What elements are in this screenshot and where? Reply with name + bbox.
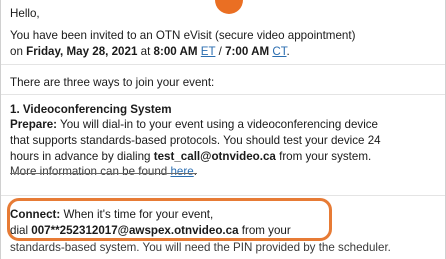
prepare-line-2: that supports standards-based protocols.… (10, 134, 381, 147)
invite-at-text: at (137, 45, 154, 58)
prepare-line-1: Prepare: You will dial-in to your event … (10, 118, 378, 132)
invite-line-2: on Friday, May 28, 2021 at 8:00 AM ET / … (10, 45, 290, 59)
more-info-link[interactable]: here (170, 165, 193, 178)
ways-to-join-text: There are three ways to join your event: (10, 76, 215, 89)
more-info-line: More information can be found here. (10, 165, 197, 179)
prepare-label: Prepare: (10, 118, 58, 131)
invite-time-ct: 7:00 AM (225, 45, 270, 58)
test-call-address: test_call@otnvideo.ca (153, 150, 276, 163)
period: . (286, 45, 290, 58)
invite-date: Friday, May 28, 2021 (26, 45, 138, 58)
overlay-strike (10, 173, 197, 174)
invite-on-text: on (10, 45, 27, 58)
invite-line-1: You have been invited to an OTN eVisit (… (10, 29, 356, 42)
standards-line: standards-based system. You will need th… (10, 241, 391, 254)
slash-separator: / (215, 45, 226, 58)
more-info-period: . (193, 165, 197, 178)
prepare-text-3b: from your system. (275, 150, 372, 163)
prepare-text-3a: hours in advance by dialing (10, 150, 154, 163)
et-timezone-link[interactable]: ET (201, 45, 216, 58)
greeting: Hello, (10, 7, 40, 20)
divider (1, 195, 445, 196)
section-title: 1. Videoconferencing System (10, 103, 172, 116)
divider (1, 94, 445, 95)
connect-highlight-box (7, 198, 332, 241)
step-marker-badge (215, 0, 243, 14)
ct-timezone-link[interactable]: CT (272, 45, 286, 58)
invite-time-et: 8:00 AM (153, 45, 198, 58)
prepare-text-1: You will dial-in to your event using a v… (57, 118, 379, 131)
prepare-line-3: hours in advance by dialing test_call@ot… (10, 150, 371, 164)
email-body: Hello, You have been invited to an OTN e… (0, 0, 446, 259)
divider (1, 64, 445, 65)
more-info-text: More information can be found (10, 165, 171, 178)
